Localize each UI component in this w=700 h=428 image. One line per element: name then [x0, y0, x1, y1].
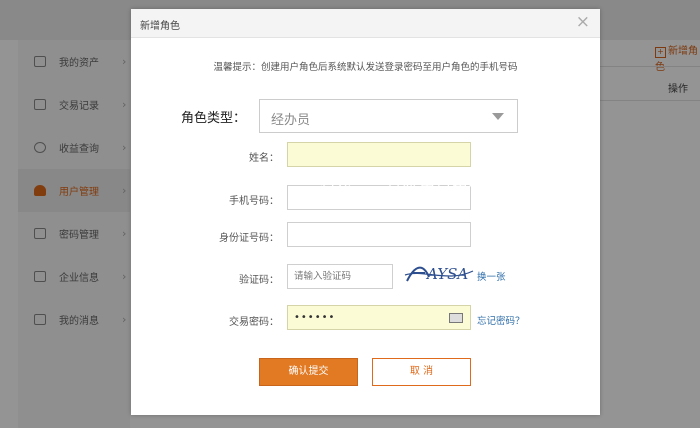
- annotation-arrow-icon: [520, 116, 546, 191]
- close-icon[interactable]: ×: [576, 12, 590, 32]
- refresh-captcha-link[interactable]: 换一张: [477, 269, 506, 283]
- role-type-value: 经办员: [271, 113, 311, 128]
- trade-password-field[interactable]: ••••••: [287, 305, 471, 330]
- add-role-dialog: 新增角色 × 温馨提示：创建用户角色后系统默认发送登录密码至用户角色的手机号码 …: [131, 9, 600, 415]
- name-label: 姓名：: [249, 153, 279, 164]
- captcha-text: AYSA: [425, 265, 468, 283]
- dropdown-arrow-icon: [492, 113, 504, 120]
- name-field[interactable]: [287, 142, 471, 167]
- tip-text: 温馨提示：创建用户角色后系统默认发送登录密码至用户角色的手机号码: [213, 62, 518, 73]
- id-number-label: 身份证号码：: [219, 233, 279, 244]
- dialog-title: 新增角色: [140, 21, 180, 32]
- confirm-submit-button[interactable]: 确认提交: [259, 358, 358, 386]
- password-value: ••••••: [294, 312, 336, 323]
- captcha-label: 验证码：: [239, 275, 279, 286]
- keyboard-icon[interactable]: [449, 313, 463, 323]
- trade-password-label: 交易密码：: [229, 317, 279, 328]
- annotation-text: 可以选择经办员、复核员、高级用户角色: [188, 179, 486, 198]
- id-number-field[interactable]: [287, 222, 471, 247]
- cancel-button[interactable]: 取 消: [372, 358, 471, 386]
- role-type-highlight: 角色类型： 经办员: [173, 91, 525, 141]
- role-type-label: 角色类型：: [181, 111, 247, 126]
- forgot-password-link[interactable]: 忘记密码？: [477, 313, 525, 327]
- role-type-select[interactable]: 经办员: [259, 99, 518, 133]
- captcha-image: AYSA: [404, 265, 474, 283]
- captcha-input[interactable]: [287, 264, 393, 289]
- dialog-header: 新增角色 ×: [131, 9, 600, 38]
